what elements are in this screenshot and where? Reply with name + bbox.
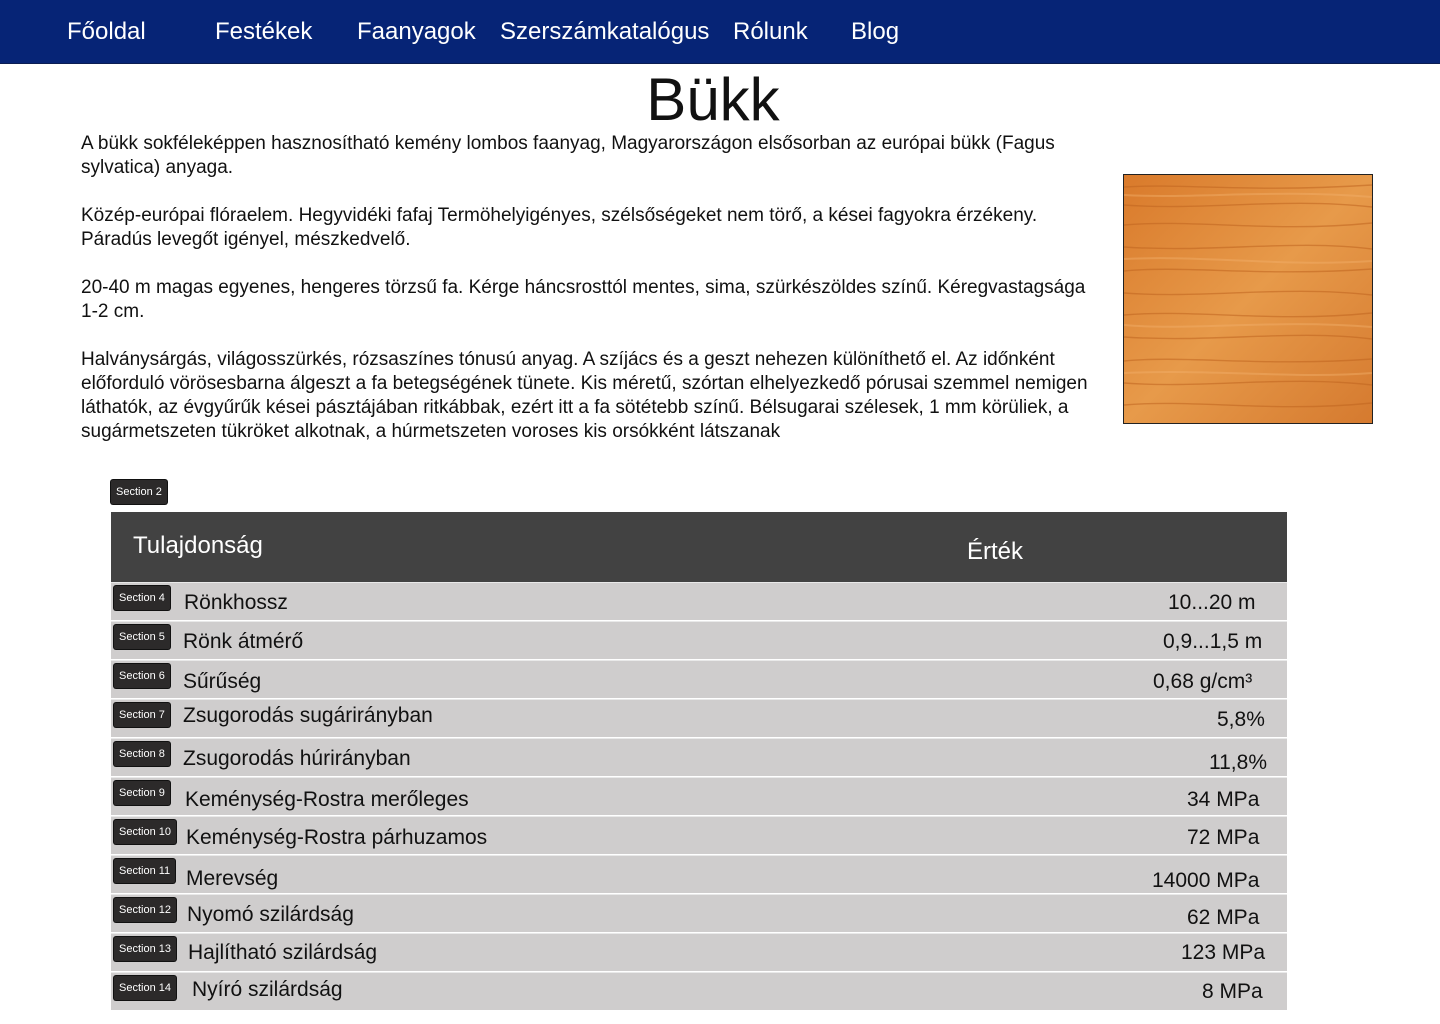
top-navigation: Főoldal Festékek Faanyagok Szerszámkatal… xyxy=(0,0,1440,64)
property-name: Zsugorodás húrirányban xyxy=(183,747,411,770)
table-row: Section 12 Nyomó szilárdság 62 MPa xyxy=(111,894,1287,932)
table-row: Section 7 Zsugorodás sugárirányban 5,8% xyxy=(111,699,1287,737)
section-badge: Section 12 xyxy=(114,898,176,922)
table-row: Section 6 Sűrűség 0,68 g/cm³ xyxy=(111,660,1287,698)
property-value: 8 MPa xyxy=(1202,980,1263,1003)
header-property: Tulajdonság xyxy=(133,532,263,559)
property-value: 34 MPa xyxy=(1187,788,1260,811)
property-value: 10...20 m xyxy=(1168,591,1256,614)
table-header: Tulajdonság Érték xyxy=(111,512,1287,582)
properties-table: Tulajdonság Érték Section 4 Rönkhossz 10… xyxy=(111,512,1287,1010)
table-row: Section 11 Merevség 14000 MPa xyxy=(111,855,1287,893)
header-value: Érték xyxy=(967,538,1024,565)
table-row: Section 10 Keménység-Rostra párhuzamos 7… xyxy=(111,816,1287,854)
wood-grain-texture xyxy=(1124,175,1372,423)
property-value: 11,8% xyxy=(1209,751,1267,774)
property-name: Rönkhossz xyxy=(184,591,288,614)
table-row: Section 9 Keménység-Rostra merőleges 34 … xyxy=(111,777,1287,815)
property-value: 123 MPa xyxy=(1181,941,1266,964)
property-name: Zsugorodás sugárirányban xyxy=(183,704,433,727)
nav-item-rolunk[interactable]: Rólunk xyxy=(733,18,808,46)
section-badge: Section 2 xyxy=(111,480,167,504)
property-value: 0,68 g/cm³ xyxy=(1153,670,1253,693)
nav-item-festekek[interactable]: Festékek xyxy=(215,18,312,46)
section-badge: Section 9 xyxy=(114,781,170,805)
beech-wood-image xyxy=(1123,174,1373,424)
property-name: Nyíró szilárdság xyxy=(192,978,343,1001)
section-badge: Section 4 xyxy=(114,586,170,610)
section-badge: Section 10 xyxy=(114,820,176,844)
section-badge: Section 11 xyxy=(114,859,176,883)
property-value: 0,9...1,5 m xyxy=(1163,630,1263,653)
property-value: 62 MPa xyxy=(1187,906,1260,929)
property-value: 14000 MPa xyxy=(1152,869,1260,892)
property-name: Rönk átmérő xyxy=(183,630,304,653)
table-row: Section 4 Rönkhossz 10...20 m xyxy=(111,582,1287,620)
property-name: Nyomó szilárdság xyxy=(187,903,354,926)
description-paragraph: 20-40 m magas egyenes, hengeres törzsű f… xyxy=(81,277,1086,322)
nav-item-faanyagok[interactable]: Faanyagok xyxy=(357,18,476,46)
property-value: 5,8% xyxy=(1217,708,1265,731)
section-badge: Section 8 xyxy=(114,742,170,766)
section-badge: Section 7 xyxy=(114,703,170,727)
property-name: Keménység-Rostra párhuzamos xyxy=(186,826,488,849)
description-paragraph: Halványsárgás, világosszürkés, rózsaszín… xyxy=(81,349,1088,442)
table-row: Section 5 Rönk átmérő 0,9...1,5 m xyxy=(111,621,1287,659)
description-paragraph: Közép-európai flóraelem. Hegyvidéki fafa… xyxy=(81,205,1038,250)
table-row: Section 14 Nyíró szilárdság 8 MPa xyxy=(111,972,1287,1010)
table-row: Section 13 Hajlítható szilárdság 123 MPa xyxy=(111,933,1287,971)
property-name: Hajlítható szilárdság xyxy=(188,941,378,964)
section-badge: Section 13 xyxy=(114,937,176,961)
nav-item-fooldal[interactable]: Főoldal xyxy=(67,18,146,46)
page-title: Bükk xyxy=(646,66,780,133)
nav-item-blog[interactable]: Blog xyxy=(851,18,899,46)
section-badge: Section 6 xyxy=(114,664,170,688)
wood-description: A bükk sokféleképpen hasznosítható kemén… xyxy=(81,132,1101,468)
section-badge: Section 14 xyxy=(114,976,176,1000)
description-paragraph: A bükk sokféleképpen hasznosítható kemén… xyxy=(81,133,1055,178)
section-badge: Section 5 xyxy=(114,625,170,649)
nav-item-szerszamkatalogus[interactable]: Szerszámkatalógus xyxy=(500,18,709,46)
property-name: Merevség xyxy=(186,867,279,890)
property-value: 72 MPa xyxy=(1187,826,1260,849)
property-name: Keménység-Rostra merőleges xyxy=(185,788,469,811)
property-name: Sűrűség xyxy=(183,670,262,693)
table-row: Section 8 Zsugorodás húrirányban 11,8% xyxy=(111,738,1287,776)
